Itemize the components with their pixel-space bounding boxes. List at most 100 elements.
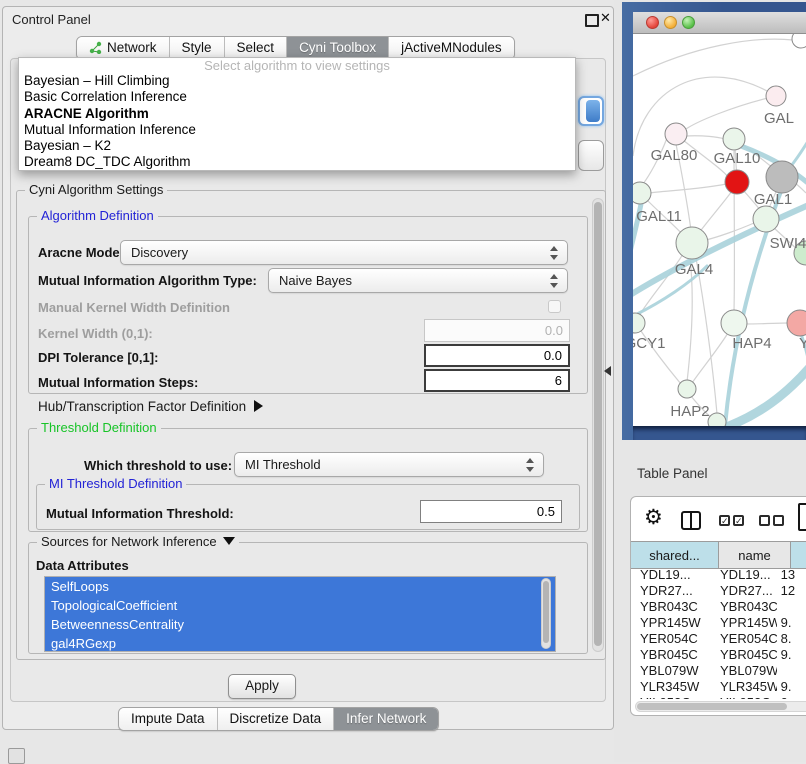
column-header-name[interactable]: name [719, 542, 791, 568]
apply-button[interactable]: Apply [228, 674, 296, 699]
tab-impute-data[interactable]: Impute Data [119, 708, 218, 730]
tab-infer-network[interactable]: Infer Network [334, 708, 438, 730]
mutual-information-threshold-input[interactable] [420, 500, 562, 523]
tab-discretize-data[interactable]: Discretize Data [218, 708, 335, 730]
attribute-item-betweennesscentrality[interactable]: BetweennessCentrality [45, 615, 555, 634]
algorithm-combo-focused[interactable] [578, 96, 604, 126]
float-panel-icon[interactable] [585, 14, 599, 27]
node-label-gal11: GAL11 [636, 208, 682, 225]
aracne-mode-combo[interactable]: Discovery [120, 240, 568, 265]
network-graph[interactable]: GALGAL80GAL10GAL1GAL11SWI4GAL4GCY1HAP4YH… [633, 34, 806, 426]
attribute-item-gal4rgexp[interactable]: gal4RGexp [45, 634, 555, 652]
node-gcy1[interactable] [633, 313, 645, 333]
tab-label: Impute Data [131, 711, 205, 726]
dropdown-item-dream8-dc-tdc-algorithm[interactable]: Dream8 DC_TDC Algorithm [19, 154, 575, 170]
node-salmon[interactable] [787, 310, 806, 336]
network-edge [685, 136, 725, 139]
select-checked-icon[interactable]: ✓✓ [719, 515, 744, 526]
attribute-item-selfloops[interactable]: SelfLoops [45, 577, 555, 596]
mi-steps-input[interactable] [424, 369, 570, 392]
column-header-shared[interactable]: shared... [631, 542, 719, 568]
table-hscrollbar[interactable] [635, 701, 806, 712]
table-row[interactable]: YPR145WYPR145W9. [631, 615, 806, 631]
column-header-a[interactable]: A [791, 542, 806, 568]
node-bottom[interactable] [708, 413, 726, 426]
close-window-icon[interactable] [646, 16, 659, 29]
tab-label: Infer Network [346, 711, 426, 726]
table-cell: YBR043C [631, 599, 711, 615]
data-attributes-list[interactable]: SelfLoopsTopologicalCoefficientBetweenne… [44, 576, 556, 652]
node-gal-top[interactable] [766, 86, 786, 106]
network-edge [633, 77, 776, 156]
node-gray[interactable] [766, 161, 798, 193]
dropdown-item-bayesian-k2[interactable]: Bayesian – K2 [19, 138, 575, 154]
node-swi4[interactable] [753, 206, 779, 232]
node-gal11[interactable] [633, 182, 651, 204]
table-hscrollbar-thumb[interactable] [637, 703, 787, 710]
tab-network[interactable]: Network [77, 37, 170, 59]
table-row[interactable]: YLR345WYLR345W9. [631, 679, 806, 695]
which-threshold-combo[interactable]: MI Threshold [234, 452, 544, 477]
table-cell: 9. [777, 647, 806, 663]
table-row[interactable]: YER054CYER054C8. [631, 631, 806, 647]
dpi-tolerance-input[interactable] [424, 344, 570, 367]
table-cell: YLR345W [631, 679, 711, 695]
tab-style[interactable]: Style [170, 37, 225, 59]
network-window-titlebar[interactable] [633, 12, 806, 34]
table-row[interactable]: YDR27...YDR27...12 [631, 583, 806, 599]
mi-algorithm-type-combo[interactable]: Naive Bayes [268, 268, 568, 293]
zoom-window-icon[interactable] [682, 16, 695, 29]
table-row[interactable]: YBR043CYBR043C [631, 599, 806, 615]
manual-kernel-width-checkbox[interactable] [548, 300, 561, 313]
dropdown-item-aracne-algorithm[interactable]: ARACNE Algorithm [19, 106, 575, 122]
tab-label: Network [107, 40, 157, 55]
node-selected-red[interactable] [725, 170, 749, 194]
table-cell [777, 663, 806, 679]
aracne-mode-value: Discovery [131, 245, 188, 260]
checkbox-glyph: ✓ [733, 515, 744, 526]
gear-icon[interactable]: ⚙ [644, 505, 663, 530]
table-cell: YBL079W [711, 663, 777, 679]
node-gal80[interactable] [665, 123, 687, 145]
network-view-window[interactable]: GALGAL80GAL10GAL1GAL11SWI4GAL4GCY1HAP4YH… [622, 2, 806, 440]
table-row[interactable]: YBR045CYBR045C9. [631, 647, 806, 663]
tab-jactivemnodules[interactable]: jActiveMNodules [389, 37, 514, 59]
dropdown-item-mutual-information-inference[interactable]: Mutual Information Inference [19, 122, 575, 138]
close-icon[interactable]: ✕ [600, 10, 611, 26]
document-icon[interactable] [798, 503, 806, 531]
mi-algorithm-type-value: Naive Bayes [279, 273, 352, 288]
checkbox-glyph [773, 515, 784, 526]
attribute-list-scrollbar[interactable] [541, 578, 551, 649]
node-gal10[interactable] [723, 128, 745, 150]
tab-select[interactable]: Select [225, 37, 288, 59]
attribute-list-scrollbar-thumb[interactable] [543, 581, 549, 643]
algorithm-dropdown-prompt: Select algorithm to view settings [19, 58, 575, 73]
table-row[interactable]: YIL052CYIL052C0. [631, 695, 806, 699]
node-hap4[interactable] [721, 310, 747, 336]
network-window-frame-bottom [633, 426, 806, 440]
settings-scrollbar-thumb[interactable] [594, 202, 602, 646]
columns-icon[interactable] [681, 511, 701, 530]
network-combo-partial[interactable] [578, 140, 604, 171]
network-edge-thick [729, 366, 806, 426]
node-hap2[interactable] [678, 380, 696, 398]
dropdown-item-bayesian-hill-climbing[interactable]: Bayesian – Hill Climbing [19, 73, 575, 89]
select-unchecked-icon[interactable] [759, 515, 784, 526]
split-pane-collapse-icon[interactable] [604, 366, 611, 376]
tab-cyni-toolbox[interactable]: Cyni Toolbox [287, 37, 389, 59]
table-row[interactable]: YBL079WYBL079W [631, 663, 806, 679]
panel-title: Control Panel [12, 12, 91, 27]
node-gal4[interactable] [676, 227, 708, 259]
hub-definition-expander[interactable]: Hub/Transcription Factor Definition [38, 399, 263, 414]
network-canvas[interactable]: GALGAL80GAL10GAL1GAL11SWI4GAL4GCY1HAP4YH… [633, 34, 806, 426]
sources-title-text: Sources for Network Inference [41, 534, 217, 549]
attribute-item-topologicalcoefficient[interactable]: TopologicalCoefficient [45, 596, 555, 615]
settings-scrollbar[interactable] [592, 198, 604, 652]
minimize-window-icon[interactable] [664, 16, 677, 29]
table-row[interactable]: YDL19...YDL19...13 [631, 567, 806, 583]
network-edge [699, 191, 732, 233]
kernel-width-input[interactable] [424, 319, 570, 342]
sources-title[interactable]: Sources for Network Inference [37, 534, 239, 549]
node-top-right[interactable] [792, 34, 806, 48]
dropdown-item-basic-correlation-inference[interactable]: Basic Correlation Inference [19, 89, 575, 105]
